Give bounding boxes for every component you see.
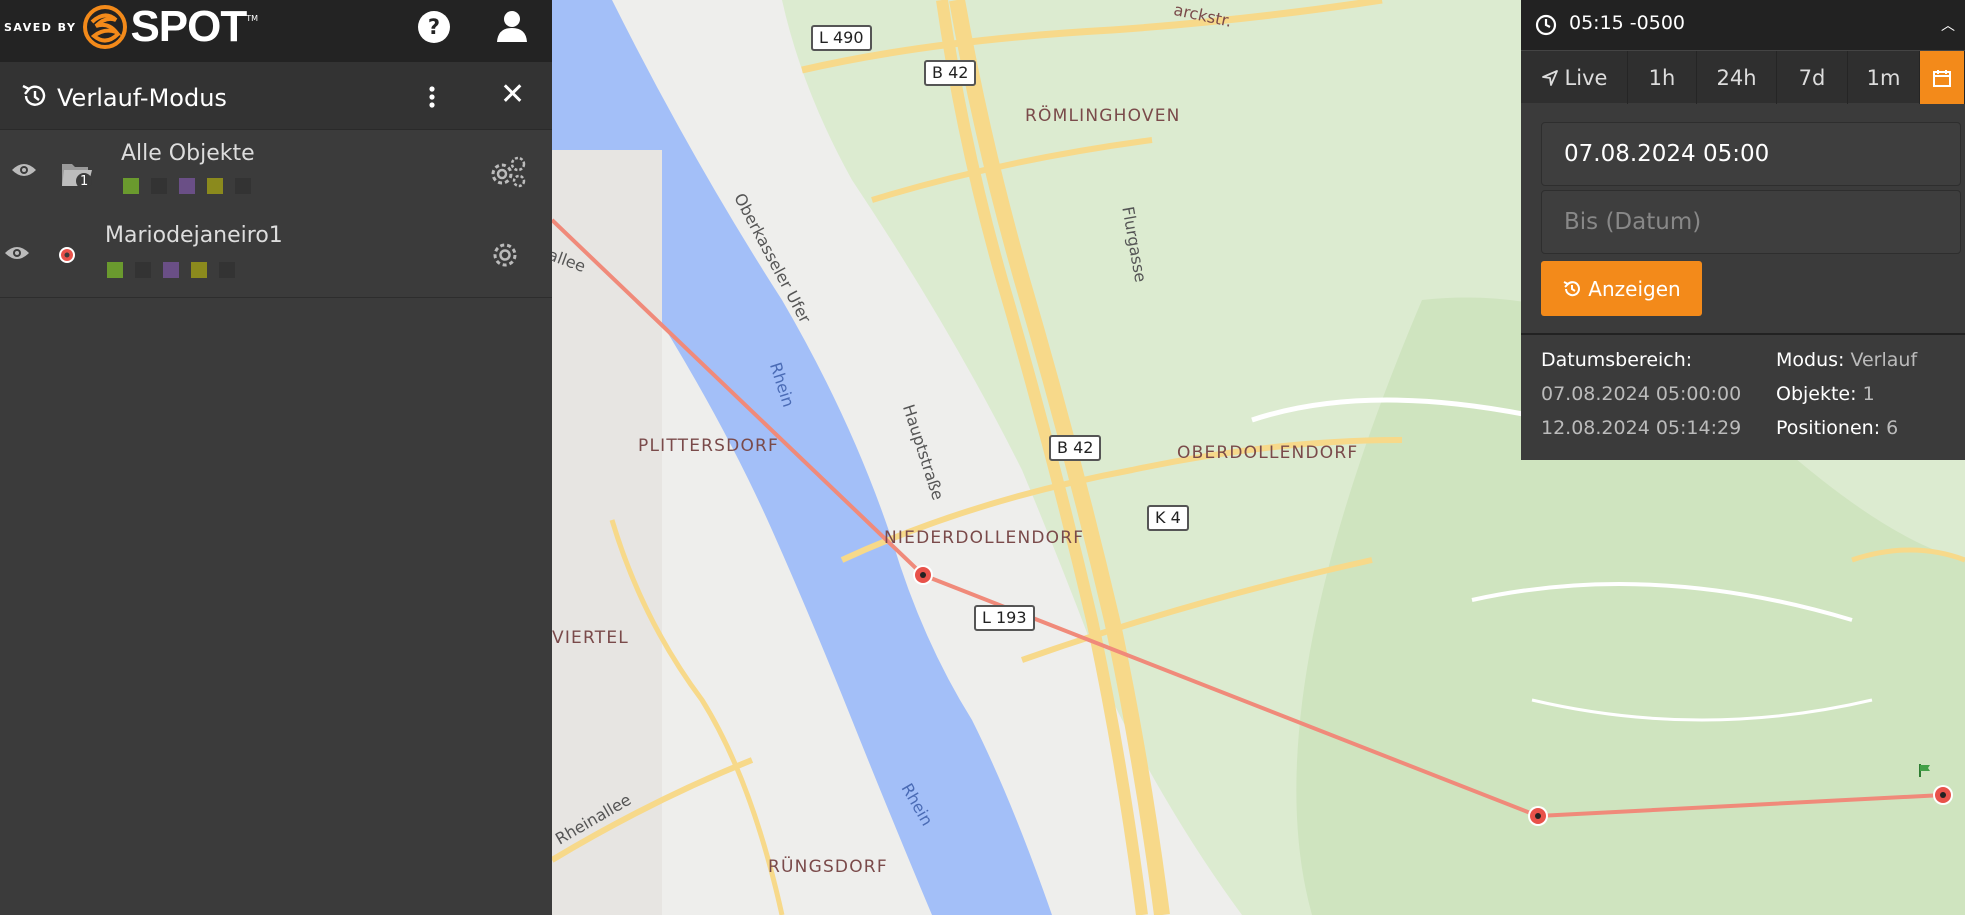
- eye-icon[interactable]: [11, 162, 37, 178]
- list-item-name: Alle Objekte: [121, 141, 255, 166]
- date-range-to: 12.08.2024 05:14:29: [1541, 417, 1742, 439]
- range-tabs: Live 1h 24h 7d 1m: [1521, 50, 1965, 104]
- group-settings-icon[interactable]: [488, 154, 528, 190]
- swatch-green[interactable]: [107, 262, 123, 278]
- swatch-dark[interactable]: [151, 178, 167, 194]
- history-icon: [22, 84, 46, 106]
- spot-swirl-icon: [83, 5, 128, 49]
- list-item-all-objects[interactable]: 1 Alle Objekte: [0, 130, 552, 214]
- objects-label: Objekte:: [1776, 383, 1857, 405]
- tab-label: 1m: [1866, 65, 1901, 90]
- more-options-icon[interactable]: [420, 84, 444, 110]
- place-label: OBERDOLLENDORF: [1177, 443, 1359, 463]
- positions-label: Positionen:: [1776, 417, 1881, 439]
- show-button[interactable]: Anzeigen: [1541, 261, 1702, 316]
- swatch-purple[interactable]: [163, 262, 179, 278]
- tab-calendar[interactable]: [1920, 51, 1965, 104]
- track-point-marker[interactable]: [911, 563, 935, 587]
- swatch-dark[interactable]: [235, 178, 251, 194]
- tab-1m[interactable]: 1m: [1848, 51, 1920, 104]
- place-label: NIEDERDOLLENDORF: [884, 528, 1085, 548]
- tab-label: 24h: [1716, 65, 1757, 90]
- mode-label: Modus:: [1776, 349, 1845, 371]
- list-item-name: Mariodejaneiro1: [105, 223, 283, 248]
- close-button[interactable]: ✕: [500, 80, 525, 110]
- track-point-marker[interactable]: [1931, 783, 1955, 807]
- divider: [1521, 333, 1965, 335]
- list-item-device[interactable]: Mariodejaneiro1: [0, 212, 552, 298]
- date-range-info: Datumsbereich: 07.08.2024 05:00:00 12.08…: [1541, 343, 1741, 445]
- date-range-label: Datumsbereich:: [1541, 349, 1693, 371]
- place-label: VIERTEL: [552, 628, 629, 648]
- clock-bar[interactable]: 05:15 -0500 ︿: [1521, 0, 1965, 50]
- summary-info: Modus: Verlauf Objekte: 1 Positionen: 6: [1776, 343, 1917, 445]
- brand-name: SPOT: [130, 2, 247, 51]
- folder-icon: [62, 164, 92, 189]
- show-button-label: Anzeigen: [1588, 276, 1681, 301]
- tab-label: 1h: [1648, 65, 1676, 90]
- help-button[interactable]: ?: [418, 11, 450, 43]
- tab-24h[interactable]: 24h: [1697, 51, 1777, 104]
- positions-value: 6: [1886, 417, 1899, 439]
- flag-icon: [1919, 764, 1930, 777]
- date-to-input[interactable]: [1541, 190, 1961, 254]
- help-icon: ?: [427, 15, 441, 39]
- sidebar: SAVED BY SPOT TM ? Verlauf-Modus ✕ 1 All…: [0, 0, 552, 915]
- place-label: RÜNGSDORF: [768, 857, 888, 877]
- date-range-from: 07.08.2024 05:00:00: [1541, 383, 1742, 405]
- road-shield: K 4: [1147, 505, 1189, 531]
- place-label: RÖMLINGHOVEN: [1025, 106, 1181, 126]
- brand-tm: TM: [246, 14, 259, 23]
- calendar-icon: [1933, 69, 1951, 87]
- current-time: 05:15 -0500: [1569, 12, 1686, 34]
- tab-1h[interactable]: 1h: [1628, 51, 1697, 104]
- mode-value: Verlauf: [1850, 349, 1918, 371]
- brand-prefix: SAVED BY: [4, 20, 77, 34]
- tab-label: Live: [1564, 65, 1608, 90]
- history-panel: 05:15 -0500 ︿ Live 1h 24h 7d 1m Anzeigen…: [1521, 0, 1965, 460]
- road-shield: B 42: [1049, 435, 1102, 461]
- objects-value: 1: [1862, 383, 1875, 405]
- track-point-marker[interactable]: [1526, 804, 1550, 828]
- swatch-green[interactable]: [123, 178, 139, 194]
- road-shield: B 42: [924, 60, 977, 86]
- date-from-input[interactable]: [1541, 122, 1961, 186]
- swatch-olive[interactable]: [191, 262, 207, 278]
- road-shield: L 193: [974, 605, 1035, 631]
- folder-count-badge: 1: [80, 174, 89, 189]
- swatch-purple[interactable]: [179, 178, 195, 194]
- device-marker-icon: [59, 247, 75, 263]
- tab-live[interactable]: Live: [1521, 51, 1628, 104]
- location-arrow-icon: [1541, 69, 1558, 86]
- user-icon[interactable]: [496, 9, 528, 43]
- color-swatches: [123, 178, 251, 194]
- clock-icon: [1535, 14, 1557, 36]
- place-label: PLITTERSDORF: [638, 436, 780, 456]
- history-header: Verlauf-Modus ✕: [0, 62, 552, 130]
- tab-7d[interactable]: 7d: [1777, 51, 1848, 104]
- tab-label: 7d: [1798, 65, 1826, 90]
- color-swatches: [107, 262, 235, 278]
- swatch-dark[interactable]: [135, 262, 151, 278]
- swatch-olive[interactable]: [207, 178, 223, 194]
- spot-logo[interactable]: SAVED BY SPOT TM: [4, 0, 258, 54]
- eye-icon[interactable]: [4, 245, 30, 261]
- road-shield: L 490: [811, 25, 872, 51]
- page-title: Verlauf-Modus: [57, 84, 227, 112]
- top-bar: SAVED BY SPOT TM ?: [0, 0, 552, 62]
- gear-icon[interactable]: [492, 242, 518, 268]
- collapse-icon[interactable]: ︿: [1941, 15, 1955, 35]
- swatch-dark[interactable]: [219, 262, 235, 278]
- history-icon: [1563, 280, 1581, 296]
